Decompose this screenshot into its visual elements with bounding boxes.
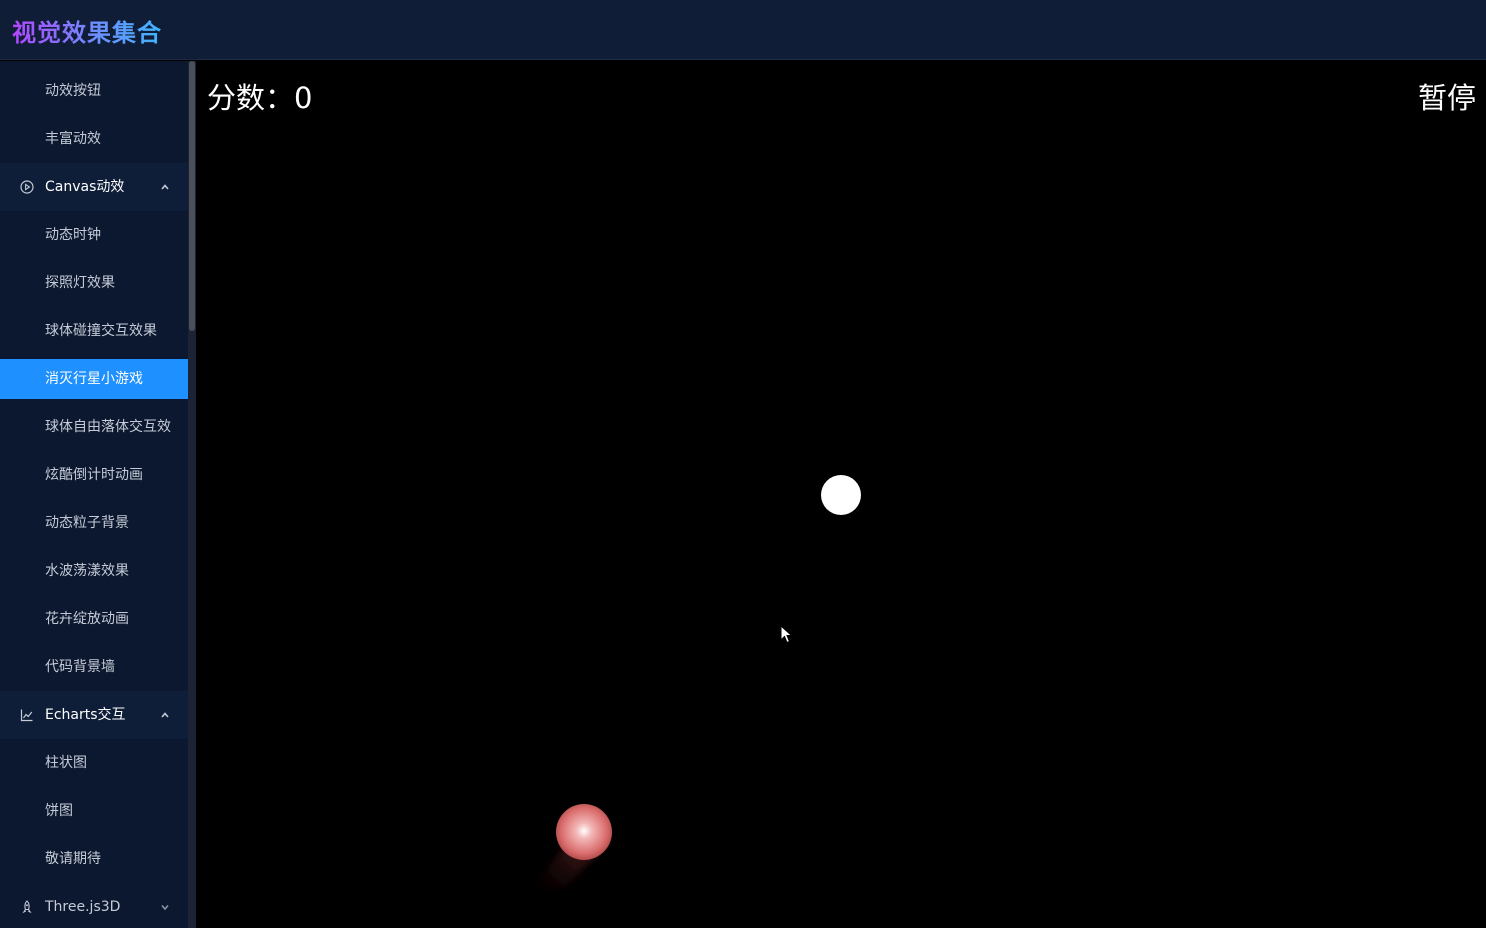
score-display: 分数：0 <box>207 75 312 117</box>
line-chart-icon <box>20 708 34 722</box>
menu-item-code-wall[interactable]: 代码背景墙 <box>0 647 188 687</box>
menu-item-ball-collision[interactable]: 球体碰撞交互效果 <box>0 311 188 351</box>
menu-item-free-fall[interactable]: 球体自由落体交互效 <box>0 407 188 447</box>
pause-button[interactable]: 暂停 <box>1418 75 1476 117</box>
submenu-canvas[interactable]: Canvas动效 <box>0 163 188 211</box>
menu-item-dynamic-clock[interactable]: 动态时钟 <box>0 215 188 255</box>
menu-item-pie-chart[interactable]: 饼图 <box>0 791 188 831</box>
score-value: 0 <box>294 81 313 115</box>
menu-item-particles[interactable]: 动态粒子背景 <box>0 503 188 543</box>
rocket-icon <box>20 900 34 914</box>
play-circle-icon <box>20 180 34 194</box>
menu-item-countdown[interactable]: 炫酷倒计时动画 <box>0 455 188 495</box>
chevron-up-icon <box>160 710 170 720</box>
sidebar-menu: 动效按钮 丰富动效 Canvas动效 动态时钟 探照灯效果 球体碰撞交互效果 消… <box>0 61 188 928</box>
menu-item-planet-game[interactable]: 消灭行星小游戏 <box>0 359 188 399</box>
submenu-echarts-label: Echarts交互 <box>45 707 126 723</box>
menu-item-animated-buttons[interactable]: 动效按钮 <box>0 71 188 111</box>
chevron-up-icon <box>160 182 170 192</box>
app-title[interactable]: 视觉效果集合 <box>12 13 162 48</box>
submenu-threejs-label: Three.js3D <box>45 899 121 915</box>
menu-item-rich-animations[interactable]: 丰富动效 <box>0 119 188 159</box>
sidebar-scrollbar[interactable] <box>188 61 196 928</box>
player-ball <box>530 804 612 889</box>
chevron-down-icon <box>160 902 170 912</box>
sidebar-scrollbar-thumb[interactable] <box>189 61 195 331</box>
menu-item-coming-soon[interactable]: 敬请期待 <box>0 839 188 879</box>
submenu-echarts[interactable]: Echarts交互 <box>0 691 188 739</box>
submenu-canvas-label: Canvas动效 <box>45 179 125 195</box>
mouse-cursor-icon <box>780 625 793 644</box>
submenu-threejs[interactable]: Three.js3D <box>0 883 188 928</box>
menu-item-spotlight[interactable]: 探照灯效果 <box>0 263 188 303</box>
menu-item-bar-chart[interactable]: 柱状图 <box>0 743 188 783</box>
game-canvas[interactable]: 分数：0 暂停 <box>196 61 1486 928</box>
app-header: 视觉效果集合 <box>0 0 1486 60</box>
menu-item-flower-bloom[interactable]: 花卉绽放动画 <box>0 599 188 639</box>
menu-item-water-ripple[interactable]: 水波荡漾效果 <box>0 551 188 591</box>
planet <box>821 475 861 515</box>
score-label: 分数： <box>207 81 295 115</box>
